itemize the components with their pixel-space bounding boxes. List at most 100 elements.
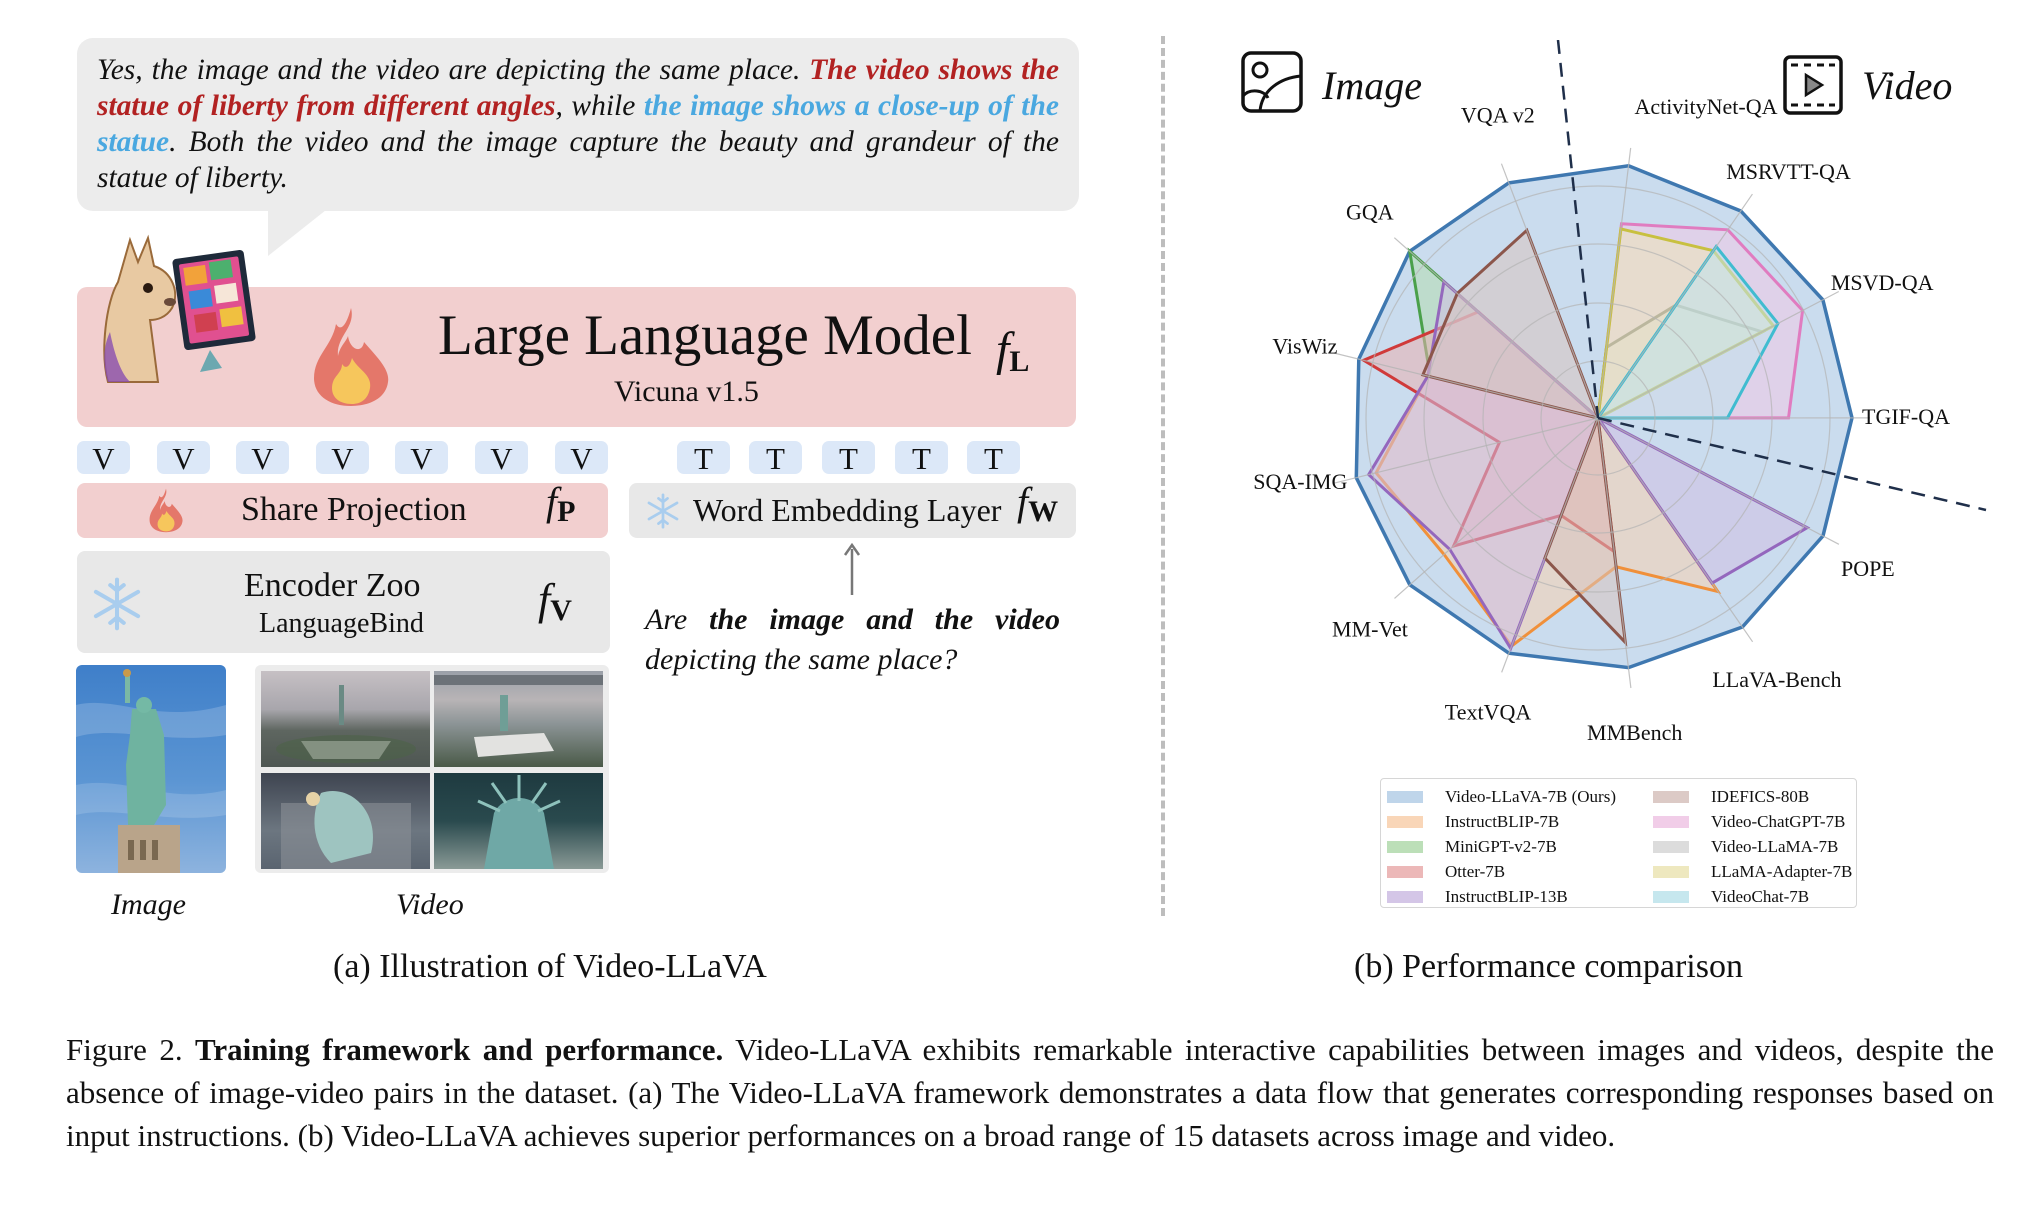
subcaption-b: (b) Performance comparison bbox=[1354, 948, 1743, 985]
legend-label: VideoChat-7B bbox=[1711, 887, 1810, 906]
input-video-frames bbox=[255, 665, 609, 873]
word-embedding-label: Word Embedding Layer bbox=[693, 492, 1002, 528]
visual-token: V bbox=[157, 441, 210, 476]
symbol-f: f bbox=[538, 575, 551, 624]
legend-item: LLaMA-Adapter-7B bbox=[1653, 860, 1852, 884]
response-text: Yes, the image and the video are depicti… bbox=[97, 52, 1059, 196]
statue-of-liberty-photo bbox=[76, 669, 226, 873]
video-frame bbox=[434, 671, 603, 767]
caption-bold: Training framework and performance. bbox=[195, 1032, 724, 1067]
share-projection-symbol: fP bbox=[546, 478, 575, 529]
symbol-f: f bbox=[1017, 479, 1029, 524]
encoder-symbol: fV bbox=[538, 574, 572, 628]
legend-item: Video-LLaVA-7B (Ours) bbox=[1387, 785, 1616, 809]
question-bold: the image and the video bbox=[709, 603, 1061, 636]
legend-swatch bbox=[1653, 841, 1689, 853]
axis-label: TGIF-QA bbox=[1862, 404, 1950, 429]
visual-token: V bbox=[395, 441, 448, 476]
legend-swatch bbox=[1653, 816, 1689, 828]
panel-divider bbox=[1161, 36, 1165, 916]
axis-label: VisWiz bbox=[1272, 333, 1337, 358]
caption-prefix: Figure 2. bbox=[66, 1032, 196, 1067]
response-part: Yes, the image and the video are depicti… bbox=[97, 54, 810, 86]
text-token: T bbox=[749, 441, 802, 476]
axis-label: MMBench bbox=[1587, 720, 1682, 745]
llm-subtitle: Vicuna v1.5 bbox=[614, 375, 759, 408]
legend-item: InstructBLIP-13B bbox=[1387, 885, 1568, 909]
legend-swatch bbox=[1653, 791, 1689, 803]
text-token: T bbox=[822, 441, 875, 476]
legend-swatch bbox=[1653, 866, 1689, 878]
axis-label: MSRVTT-QA bbox=[1726, 159, 1851, 184]
response-part: . Both the video and the image capture t… bbox=[97, 126, 1059, 194]
text-token: T bbox=[895, 441, 948, 476]
snowflake-icon bbox=[93, 577, 141, 631]
visual-token: V bbox=[555, 441, 608, 476]
legend-label: InstructBLIP-7B bbox=[1445, 812, 1560, 831]
question-part: Are bbox=[645, 603, 710, 636]
subcaption-a: (a) Illustration of Video-LLaVA bbox=[333, 948, 767, 985]
alpaca-monitor-illustration bbox=[103, 234, 256, 383]
axis-label: MM-Vet bbox=[1332, 617, 1408, 642]
llm-title: Large Language Model bbox=[438, 304, 972, 367]
chart-legend: Video-LLaVA-7B (Ours) InstructBLIP-7B Mini… bbox=[1380, 778, 1857, 908]
response-bubble: Yes, the image and the video are depicti… bbox=[77, 38, 1079, 211]
question-text: Are the image and the video depicting th… bbox=[645, 600, 1060, 680]
video-frame bbox=[261, 671, 430, 767]
legend-label: MiniGPT-v2-7B bbox=[1445, 837, 1557, 856]
snowflake-icon bbox=[647, 493, 679, 529]
axis-label: ActivityNet-QA bbox=[1635, 94, 1778, 119]
legend-item: VideoChat-7B bbox=[1653, 885, 1809, 909]
legend-swatch bbox=[1387, 841, 1423, 853]
visual-token: V bbox=[77, 441, 130, 476]
axis-label: SQA-IMG bbox=[1253, 469, 1347, 494]
legend-label: InstructBLIP-13B bbox=[1445, 887, 1568, 906]
video-frame bbox=[434, 773, 603, 869]
legend-label: Otter-7B bbox=[1445, 862, 1506, 881]
response-part: , while bbox=[555, 90, 644, 122]
visual-token: V bbox=[236, 441, 289, 476]
fire-icon bbox=[314, 308, 389, 406]
question-part: depicting the same place? bbox=[645, 643, 958, 676]
radar-chart: ActivityNet-QA MSRVTT-QA MSVD-QA TGIF-QA POP… bbox=[1253, 40, 1987, 745]
visual-token: V bbox=[316, 441, 369, 476]
legend-swatch bbox=[1653, 891, 1689, 903]
encoder-zoo-title: Encoder Zoo bbox=[244, 567, 421, 604]
symbol-sub: V bbox=[550, 594, 572, 627]
legend-item: Video-ChatGPT-7B bbox=[1653, 810, 1845, 834]
video-frame bbox=[261, 773, 430, 869]
legend-item: Otter-7B bbox=[1387, 860, 1505, 884]
legend-item: IDEFICS-80B bbox=[1653, 785, 1809, 809]
symbol-sub: P bbox=[557, 495, 576, 528]
visual-token: V bbox=[475, 441, 528, 476]
text-token: T bbox=[967, 441, 1020, 476]
word-embedding-symbol: fW bbox=[1017, 478, 1058, 529]
symbol-f: f bbox=[996, 323, 1010, 376]
legend-swatch bbox=[1387, 791, 1423, 803]
legend-item: Video-LLaMA-7B bbox=[1653, 835, 1838, 859]
legend-item: MiniGPT-v2-7B bbox=[1387, 835, 1557, 859]
arrow-up-icon bbox=[843, 543, 861, 595]
axis-label: LLaVA-Bench bbox=[1712, 667, 1841, 692]
legend-label: LLaMA-Adapter-7B bbox=[1711, 862, 1853, 881]
figure-caption: Figure 2. Training framework and perform… bbox=[66, 1028, 1994, 1157]
axis-label: TextVQA bbox=[1445, 700, 1532, 725]
image-label: Image bbox=[111, 888, 186, 921]
text-token: T bbox=[677, 441, 730, 476]
legend-label: Video-LLaMA-7B bbox=[1711, 837, 1839, 856]
encoder-zoo-subtitle: LanguageBind bbox=[259, 608, 424, 639]
bubble-tail bbox=[268, 210, 326, 256]
legend-label: IDEFICS-80B bbox=[1711, 787, 1810, 806]
axis-label: GQA bbox=[1346, 200, 1394, 225]
video-label: Video bbox=[396, 888, 464, 921]
llm-symbol: fL bbox=[996, 322, 1029, 379]
legend-label: Video-ChatGPT-7B bbox=[1711, 812, 1846, 831]
symbol-f: f bbox=[546, 479, 558, 524]
legend-swatch bbox=[1387, 816, 1423, 828]
axis-label: MSVD-QA bbox=[1831, 270, 1934, 295]
legend-swatch bbox=[1387, 866, 1423, 878]
share-projection-label: Share Projection bbox=[241, 491, 467, 528]
axis-label: VQA v2 bbox=[1461, 103, 1535, 128]
legend-swatch bbox=[1387, 891, 1423, 903]
legend-item: InstructBLIP-7B bbox=[1387, 810, 1559, 834]
